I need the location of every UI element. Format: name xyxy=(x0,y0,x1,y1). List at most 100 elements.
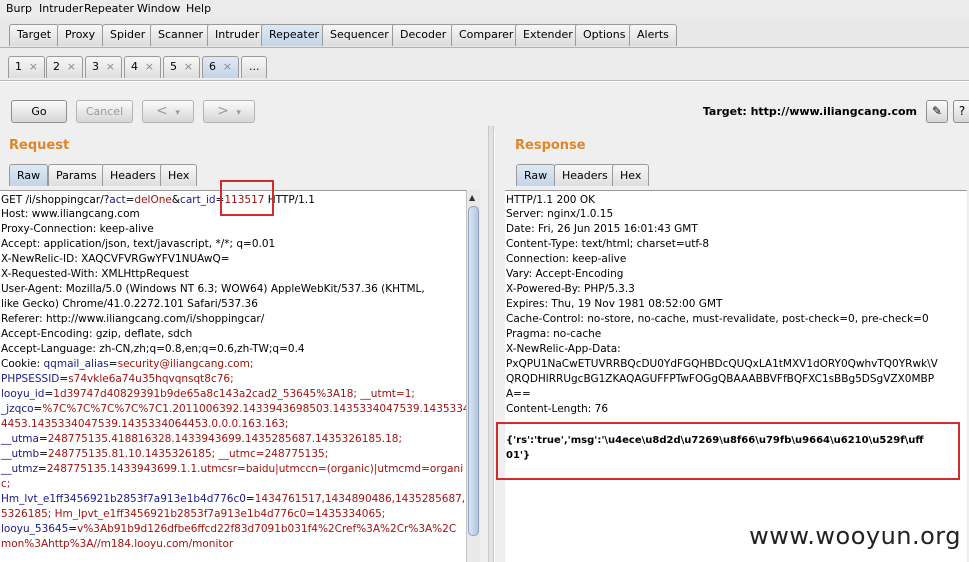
repeater-tab-1[interactable]: 1 × xyxy=(8,56,45,78)
header-line: Proxy-Connection: keep-alive xyxy=(1,223,154,235)
cookie-name: __utma xyxy=(1,433,39,445)
response-tab-headers[interactable]: Headers xyxy=(554,164,616,186)
repeater-tab-label: 5 xyxy=(170,60,177,73)
response-line: Content-Type: text/html; charset=utf-8 xyxy=(506,238,710,250)
repeater-tab-more[interactable]: ... xyxy=(241,56,267,78)
repeater-tab-5[interactable]: 5 × xyxy=(163,56,200,78)
menu-intruder[interactable]: Intruder xyxy=(39,2,83,15)
repeater-tab-2[interactable]: 2 × xyxy=(46,56,83,78)
tab-options[interactable]: Options xyxy=(575,24,634,46)
request-tab-raw[interactable]: Raw xyxy=(9,164,49,186)
header-line: Accept: application/json, text/javascrip… xyxy=(1,238,276,250)
menu-bar: Burp Intruder Repeater Window Help xyxy=(0,0,969,17)
menu-help[interactable]: Help xyxy=(186,2,211,15)
close-icon[interactable]: × xyxy=(184,57,193,77)
chevron-left-icon: < xyxy=(156,103,168,119)
response-tab-raw[interactable]: Raw xyxy=(516,164,556,186)
repeater-tab-label: 3 xyxy=(92,60,99,73)
cookie-value: %7C%7C%7C%7C%7C1.2011006392.143394369850… xyxy=(42,403,466,415)
tab-scanner[interactable]: Scanner xyxy=(150,24,212,46)
menu-window[interactable]: Window xyxy=(137,2,180,15)
cookie-line: looyu_id=1d39747d40829391b9de65a8c143a2c… xyxy=(1,388,415,400)
close-icon[interactable]: × xyxy=(67,57,76,77)
cookie-line: Hm_lvt_e1ff3456921b2853f7a913e1b4d776c0=… xyxy=(0,492,466,507)
request-tab-hex[interactable]: Hex xyxy=(160,164,198,186)
tab-intruder[interactable]: Intruder xyxy=(207,24,268,46)
split-pane-divider[interactable] xyxy=(488,126,494,562)
repeater-tab-label: 2 xyxy=(53,60,60,73)
response-body-highlight-box xyxy=(496,422,960,480)
tab-spider[interactable]: Spider xyxy=(102,24,154,46)
cookie-value: v%3Ab91b9d126dfbe6ffcd22f83d7091b031f4%2… xyxy=(77,523,457,535)
cookie-name: looyu_id xyxy=(1,388,45,400)
cookie-value: 1d39747d40829391b9de65a8c143a2cad2_53645… xyxy=(53,388,415,400)
cookie-line: __utmb=248775135.81.10.1435326185; __utm… xyxy=(1,448,329,460)
tab-target[interactable]: Target xyxy=(9,24,60,46)
tab-proxy[interactable]: Proxy xyxy=(57,24,104,46)
cookie-value: 5326185; Hm_lpvt_e1ff3456921b2853f7a913e… xyxy=(1,508,386,520)
request-editor[interactable]: GET /i/shoppingcar/?act=delOne&cart_id=1… xyxy=(0,190,466,562)
response-line: Cache-Control: no-store, no-cache, must-… xyxy=(506,313,929,325)
back-button[interactable]: < ▾ xyxy=(142,100,194,123)
response-line: HTTP/1.1 200 OK xyxy=(506,194,595,206)
tab-repeater[interactable]: Repeater xyxy=(261,24,328,46)
repeater-tab-bar: 1 × 2 × 3 × 4 × 5 × 6 × ... xyxy=(0,48,969,81)
param-value: delOne xyxy=(134,194,172,206)
cookie-name: __utmb xyxy=(1,448,40,460)
close-icon[interactable]: × xyxy=(29,57,38,77)
response-editor[interactable]: HTTP/1.1 200 OK Server: nginx/1.0.15 Dat… xyxy=(505,190,967,562)
response-line: QRQDHlRRUgcBG1ZKAQAGUFFPTwFOGgQBAAABBVFf… xyxy=(506,373,935,385)
help-icon[interactable]: ? xyxy=(953,100,969,123)
scroll-up-arrow-icon[interactable]: ▲ xyxy=(469,193,475,202)
menu-repeater[interactable]: Repeater xyxy=(84,2,134,15)
cookie-name: Hm_lvt_e1ff3456921b2853f7a913e1b4d776c0 xyxy=(1,493,246,505)
response-line: PxQPU1NaCwETUVRRBQcDU0YdFGQHBDcQUQxLA1tM… xyxy=(506,358,938,370)
go-button[interactable]: Go xyxy=(11,100,67,123)
cookie-value: 248775135.81.10.1435326185; __utmc=24877… xyxy=(47,448,329,460)
repeater-tab-6[interactable]: 6 × xyxy=(202,56,239,78)
cookie-value: 248775135.1433943699.1.1.utmcsr=baidu|ut… xyxy=(46,463,464,475)
close-icon[interactable]: × xyxy=(145,57,154,77)
request-scrollbar[interactable]: ▲ xyxy=(466,190,480,562)
cookie-line: PHPSESSID=s74vkle6a74u35hqvqnsqt8c76; xyxy=(1,373,234,385)
header-line: Accept-Language: zh-CN,zh;q=0.8,en;q=0.6… xyxy=(1,343,305,355)
cart-id-highlight-box xyxy=(220,180,274,216)
dropdown-arrow-icon: ▾ xyxy=(175,108,180,118)
cookie-line: c; xyxy=(0,477,466,492)
cookie-line: looyu_53645=v%3Ab91b9d126dfbe6ffcd22f83d… xyxy=(1,523,457,535)
tab-comparer[interactable]: Comparer xyxy=(451,24,522,46)
header-line: Referer: http://www.iliangcang.com/i/sho… xyxy=(1,313,265,325)
close-icon[interactable]: × xyxy=(223,57,232,77)
response-line: Pragma: no-cache xyxy=(506,328,602,340)
edit-target-icon[interactable]: ✎ xyxy=(926,100,948,123)
header-line: User-Agent: Mozilla/5.0 (Windows NT 6.3;… xyxy=(1,283,425,295)
dropdown-arrow-icon: ▾ xyxy=(236,108,241,118)
param-separator: & xyxy=(171,194,181,206)
cookie-line: _jzqco=%7C%7C%7C%7C%7C1.2011006392.14339… xyxy=(0,402,466,417)
tab-sequencer[interactable]: Sequencer xyxy=(322,24,397,46)
repeater-tab-4[interactable]: 4 × xyxy=(124,56,161,78)
tab-alerts[interactable]: Alerts xyxy=(629,24,677,46)
request-tab-headers[interactable]: Headers xyxy=(102,164,164,186)
cancel-button[interactable]: Cancel xyxy=(76,100,133,123)
response-line: X-NewRelic-App-Data: xyxy=(506,343,621,355)
request-tab-params[interactable]: Params xyxy=(48,164,105,186)
cookie-value: security@iliangcang.com; xyxy=(117,358,254,370)
cookie-line: mon%3Ahttp%3A//m184.looyu.com/monitor xyxy=(0,537,466,552)
repeater-tab-3[interactable]: 3 × xyxy=(85,56,122,78)
menu-burp[interactable]: Burp xyxy=(6,2,32,15)
tab-extender[interactable]: Extender xyxy=(515,24,581,46)
cookie-value: mon%3Ahttp%3A//m184.looyu.com/monitor xyxy=(1,538,234,550)
request-scroll-thumb[interactable] xyxy=(468,206,479,536)
response-tab-hex[interactable]: Hex xyxy=(612,164,650,186)
request-title: Request xyxy=(9,138,70,153)
header-line: X-Requested-With: XMLHttpRequest xyxy=(1,268,189,280)
close-icon[interactable]: × xyxy=(106,57,115,77)
cookie-line: __utma=248775135.418816328.1433943699.14… xyxy=(1,433,402,445)
response-line: Connection: keep-alive xyxy=(506,253,627,265)
forward-button[interactable]: > ▾ xyxy=(203,100,255,123)
cookie-value: 248775135.418816328.1433943699.143528568… xyxy=(47,433,402,445)
cookie-name: looyu_53645 xyxy=(1,523,69,535)
cookie-name: _jzqco xyxy=(1,403,34,415)
tab-decoder[interactable]: Decoder xyxy=(392,24,455,46)
